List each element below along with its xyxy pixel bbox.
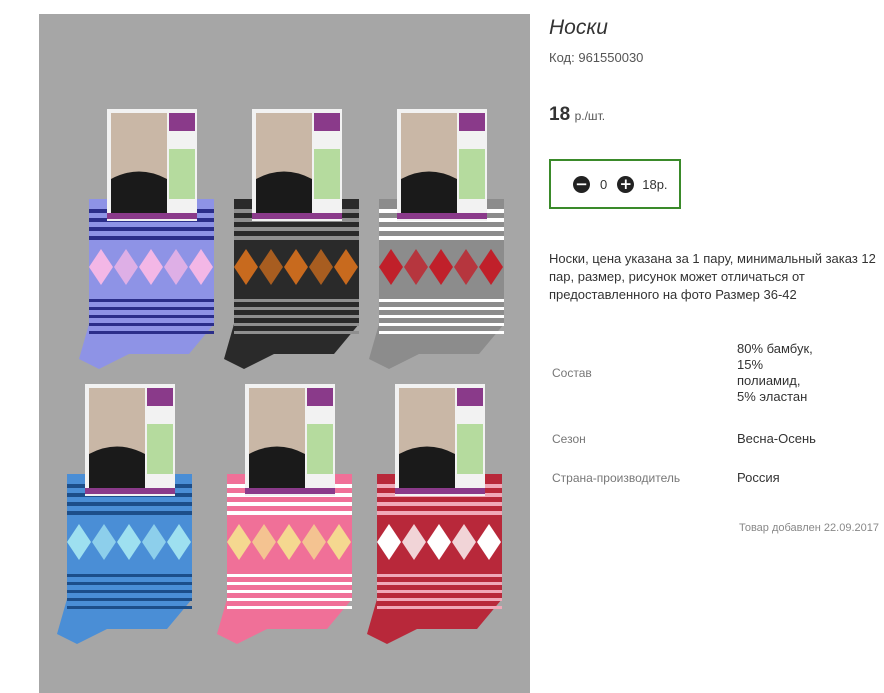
- socks-image: [57, 109, 504, 644]
- prop-value: 80% бамбук, 15% полиамид, 5% эластан: [737, 341, 813, 404]
- code-value: 961550030: [578, 50, 644, 65]
- quantity-total: 18р.: [642, 176, 668, 192]
- quantity-value[interactable]: 0: [600, 177, 607, 192]
- sock-pair: [369, 109, 504, 369]
- prop-label: Страна-производитель: [552, 470, 681, 485]
- product-title: Носки: [549, 16, 608, 39]
- prop-row: Страна-производитель Россия: [549, 458, 817, 498]
- minus-icon[interactable]: −: [573, 175, 590, 193]
- prop-label: Состав: [552, 366, 592, 380]
- sock-pair: [79, 109, 214, 369]
- quantity-widget: − 0 + 18р.: [549, 159, 681, 209]
- prop-value: Весна-Осень: [737, 431, 816, 446]
- plus-icon[interactable]: +: [617, 175, 635, 193]
- sock-pair: [217, 384, 352, 644]
- prop-value: Россия: [737, 470, 780, 485]
- sock-pair: [367, 384, 502, 644]
- prop-label: Сезон: [552, 432, 586, 446]
- product-code: Код: 961550030: [549, 50, 643, 65]
- price-value: 18: [549, 104, 571, 125]
- product-photo[interactable]: [39, 14, 530, 693]
- sock-pair: [57, 384, 192, 644]
- prop-row: Сезон Весна-Осень: [549, 420, 817, 458]
- product-properties: Состав 80% бамбук, 15% полиамид, 5% элас…: [549, 326, 817, 498]
- sock-pair: [224, 109, 359, 369]
- added-date: Товар добавлен 22.09.2017: [738, 522, 879, 534]
- code-label: Код:: [549, 50, 575, 65]
- prop-row: Состав 80% бамбук, 15% полиамид, 5% элас…: [549, 326, 817, 420]
- product-price: 18 р./шт.: [549, 104, 605, 126]
- product-description: Носки, цена указана за 1 пару, минимальн…: [549, 251, 876, 302]
- price-unit: р./шт.: [574, 109, 606, 123]
